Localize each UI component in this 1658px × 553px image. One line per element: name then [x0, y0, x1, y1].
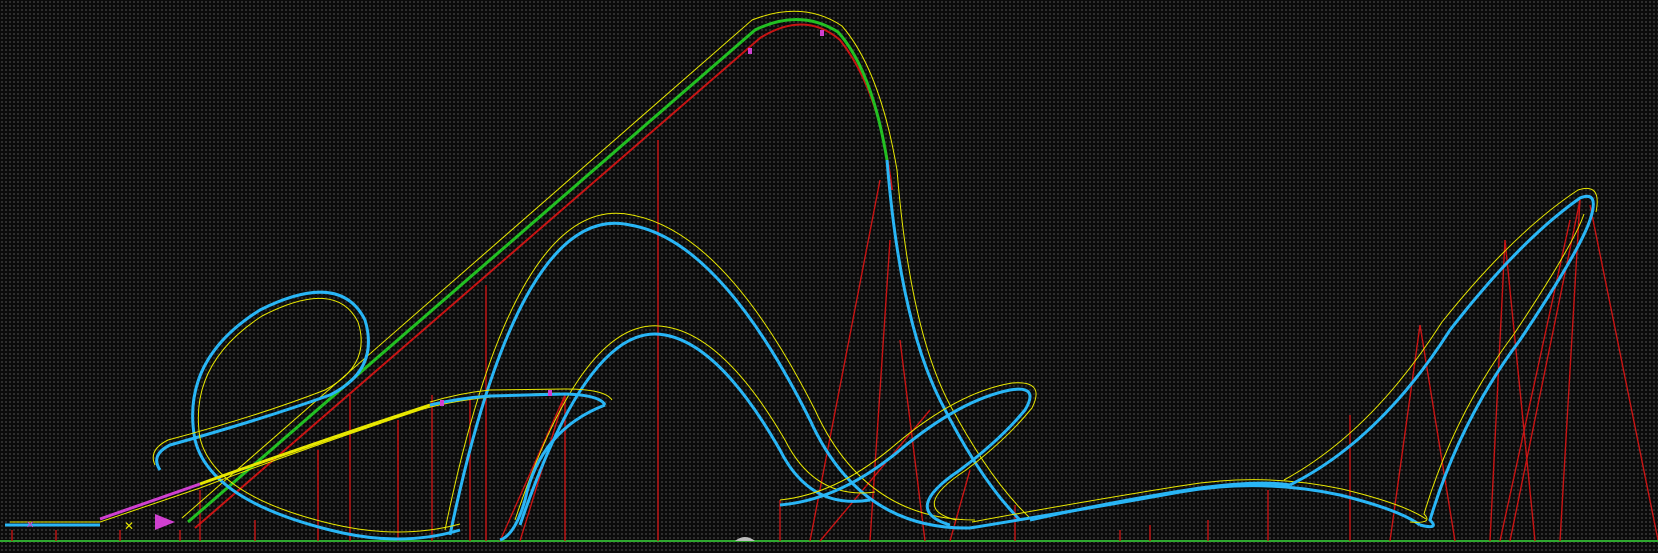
track-node-handle[interactable]: [548, 390, 552, 396]
top-hat-spike-guide: [1409, 213, 1585, 523]
low-run-track[interactable]: [1029, 481, 1291, 522]
top-hat-back-guide: [1283, 187, 1598, 481]
track-editor-viewport[interactable]: ✕ ✕: [0, 0, 1658, 553]
vertical-loop-guide: [152, 297, 461, 533]
brake-x-marker-icon[interactable]: ✕: [124, 519, 134, 533]
brake-run-track[interactable]: [199, 403, 431, 486]
launch-track[interactable]: [99, 482, 201, 521]
camelback-hill-guide: [444, 212, 976, 531]
station-marker-icon[interactable]: ✕: [26, 520, 34, 531]
support-column: [1499, 219, 1571, 542]
support-column: [1489, 239, 1506, 542]
top-hat-back-track[interactable]: [1289, 194, 1595, 487]
lift-hill-track[interactable]: [187, 18, 889, 524]
track-side-view[interactable]: ✕ ✕: [0, 0, 1658, 553]
support-columns: [11, 140, 1658, 542]
support-column: [499, 394, 566, 542]
station-approach-guide: [10, 392, 561, 523]
first-drop-track[interactable]: [885, 159, 1022, 522]
support-column: [1589, 204, 1658, 541]
support-column: [869, 239, 891, 542]
track-node-handle[interactable]: [440, 400, 444, 406]
lift-hill-guide: [181, 10, 898, 519]
support-column: [949, 469, 971, 542]
track-node-handle[interactable]: [820, 30, 824, 36]
track-node-handle[interactable]: [748, 48, 752, 54]
launch-arrow-icon[interactable]: [155, 514, 175, 530]
camera-marker-icon[interactable]: [735, 537, 755, 541]
